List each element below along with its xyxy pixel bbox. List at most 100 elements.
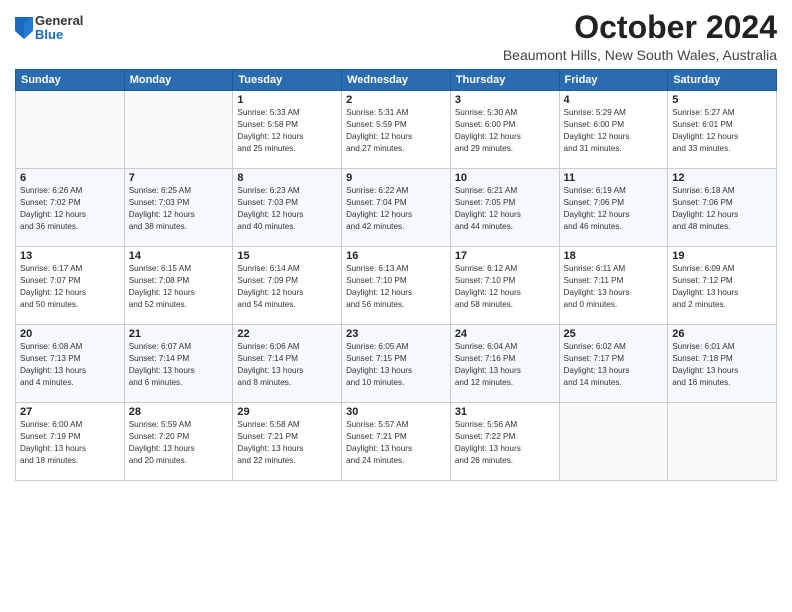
day-number: 5 xyxy=(672,94,772,106)
day-number: 1 xyxy=(237,94,337,106)
header-day: Sunday xyxy=(16,70,125,91)
day-info: Sunrise: 6:08 AM Sunset: 7:13 PM Dayligh… xyxy=(20,341,120,389)
calendar-day-cell: 30Sunrise: 5:57 AM Sunset: 7:21 PM Dayli… xyxy=(342,403,451,481)
header: General Blue October 2024 Beaumont Hills… xyxy=(15,10,777,63)
day-number: 4 xyxy=(564,94,664,106)
day-info: Sunrise: 6:09 AM Sunset: 7:12 PM Dayligh… xyxy=(672,263,772,311)
day-info: Sunrise: 6:23 AM Sunset: 7:03 PM Dayligh… xyxy=(237,185,337,233)
header-day: Monday xyxy=(124,70,233,91)
logo-text: General Blue xyxy=(35,14,83,43)
logo-general: General xyxy=(35,14,83,28)
day-info: Sunrise: 6:02 AM Sunset: 7:17 PM Dayligh… xyxy=(564,341,664,389)
day-number: 18 xyxy=(564,250,664,262)
calendar-week-row: 6Sunrise: 6:26 AM Sunset: 7:02 PM Daylig… xyxy=(16,169,777,247)
day-number: 20 xyxy=(20,328,120,340)
day-info: Sunrise: 6:11 AM Sunset: 7:11 PM Dayligh… xyxy=(564,263,664,311)
day-number: 19 xyxy=(672,250,772,262)
calendar-day-cell: 26Sunrise: 6:01 AM Sunset: 7:18 PM Dayli… xyxy=(668,325,777,403)
calendar-day-cell: 21Sunrise: 6:07 AM Sunset: 7:14 PM Dayli… xyxy=(124,325,233,403)
calendar-day-cell: 2Sunrise: 5:31 AM Sunset: 5:59 PM Daylig… xyxy=(342,91,451,169)
day-number: 12 xyxy=(672,172,772,184)
day-info: Sunrise: 6:21 AM Sunset: 7:05 PM Dayligh… xyxy=(455,185,555,233)
day-info: Sunrise: 6:26 AM Sunset: 7:02 PM Dayligh… xyxy=(20,185,120,233)
title-block: October 2024 Beaumont Hills, New South W… xyxy=(503,10,777,63)
day-number: 21 xyxy=(129,328,229,340)
calendar-day-cell: 20Sunrise: 6:08 AM Sunset: 7:13 PM Dayli… xyxy=(16,325,125,403)
day-info: Sunrise: 6:01 AM Sunset: 7:18 PM Dayligh… xyxy=(672,341,772,389)
day-info: Sunrise: 6:22 AM Sunset: 7:04 PM Dayligh… xyxy=(346,185,446,233)
day-info: Sunrise: 6:07 AM Sunset: 7:14 PM Dayligh… xyxy=(129,341,229,389)
day-info: Sunrise: 6:04 AM Sunset: 7:16 PM Dayligh… xyxy=(455,341,555,389)
day-number: 2 xyxy=(346,94,446,106)
header-day: Wednesday xyxy=(342,70,451,91)
day-info: Sunrise: 5:27 AM Sunset: 6:01 PM Dayligh… xyxy=(672,107,772,155)
calendar-day-cell xyxy=(124,91,233,169)
calendar-day-cell: 17Sunrise: 6:12 AM Sunset: 7:10 PM Dayli… xyxy=(450,247,559,325)
calendar-body: 1Sunrise: 5:33 AM Sunset: 5:58 PM Daylig… xyxy=(16,91,777,481)
calendar-day-cell xyxy=(16,91,125,169)
day-number: 25 xyxy=(564,328,664,340)
day-number: 16 xyxy=(346,250,446,262)
day-number: 10 xyxy=(455,172,555,184)
day-number: 11 xyxy=(564,172,664,184)
day-info: Sunrise: 6:06 AM Sunset: 7:14 PM Dayligh… xyxy=(237,341,337,389)
day-number: 6 xyxy=(20,172,120,184)
logo: General Blue xyxy=(15,14,83,43)
day-number: 23 xyxy=(346,328,446,340)
calendar-header: SundayMondayTuesdayWednesdayThursdayFrid… xyxy=(16,70,777,91)
calendar-day-cell: 4Sunrise: 5:29 AM Sunset: 6:00 PM Daylig… xyxy=(559,91,668,169)
calendar-week-row: 27Sunrise: 6:00 AM Sunset: 7:19 PM Dayli… xyxy=(16,403,777,481)
calendar-day-cell: 27Sunrise: 6:00 AM Sunset: 7:19 PM Dayli… xyxy=(16,403,125,481)
header-day: Thursday xyxy=(450,70,559,91)
day-number: 26 xyxy=(672,328,772,340)
calendar-week-row: 1Sunrise: 5:33 AM Sunset: 5:58 PM Daylig… xyxy=(16,91,777,169)
day-info: Sunrise: 6:13 AM Sunset: 7:10 PM Dayligh… xyxy=(346,263,446,311)
calendar-table: SundayMondayTuesdayWednesdayThursdayFrid… xyxy=(15,69,777,481)
calendar-day-cell xyxy=(668,403,777,481)
calendar-page: General Blue October 2024 Beaumont Hills… xyxy=(0,0,792,612)
calendar-day-cell: 5Sunrise: 5:27 AM Sunset: 6:01 PM Daylig… xyxy=(668,91,777,169)
calendar-day-cell: 6Sunrise: 6:26 AM Sunset: 7:02 PM Daylig… xyxy=(16,169,125,247)
day-info: Sunrise: 5:59 AM Sunset: 7:20 PM Dayligh… xyxy=(129,419,229,467)
day-info: Sunrise: 5:29 AM Sunset: 6:00 PM Dayligh… xyxy=(564,107,664,155)
calendar-week-row: 13Sunrise: 6:17 AM Sunset: 7:07 PM Dayli… xyxy=(16,247,777,325)
calendar-day-cell: 10Sunrise: 6:21 AM Sunset: 7:05 PM Dayli… xyxy=(450,169,559,247)
day-info: Sunrise: 6:18 AM Sunset: 7:06 PM Dayligh… xyxy=(672,185,772,233)
header-row: SundayMondayTuesdayWednesdayThursdayFrid… xyxy=(16,70,777,91)
calendar-day-cell: 31Sunrise: 5:56 AM Sunset: 7:22 PM Dayli… xyxy=(450,403,559,481)
calendar-day-cell: 22Sunrise: 6:06 AM Sunset: 7:14 PM Dayli… xyxy=(233,325,342,403)
header-day: Saturday xyxy=(668,70,777,91)
header-day: Friday xyxy=(559,70,668,91)
calendar-day-cell: 14Sunrise: 6:15 AM Sunset: 7:08 PM Dayli… xyxy=(124,247,233,325)
logo-icon xyxy=(15,17,33,39)
day-number: 28 xyxy=(129,406,229,418)
month-title: October 2024 xyxy=(503,10,777,45)
calendar-day-cell: 24Sunrise: 6:04 AM Sunset: 7:16 PM Dayli… xyxy=(450,325,559,403)
day-number: 15 xyxy=(237,250,337,262)
calendar-day-cell: 15Sunrise: 6:14 AM Sunset: 7:09 PM Dayli… xyxy=(233,247,342,325)
calendar-week-row: 20Sunrise: 6:08 AM Sunset: 7:13 PM Dayli… xyxy=(16,325,777,403)
day-number: 14 xyxy=(129,250,229,262)
day-info: Sunrise: 5:58 AM Sunset: 7:21 PM Dayligh… xyxy=(237,419,337,467)
logo-blue: Blue xyxy=(35,28,83,42)
day-info: Sunrise: 6:19 AM Sunset: 7:06 PM Dayligh… xyxy=(564,185,664,233)
day-number: 3 xyxy=(455,94,555,106)
calendar-day-cell: 13Sunrise: 6:17 AM Sunset: 7:07 PM Dayli… xyxy=(16,247,125,325)
calendar-day-cell: 8Sunrise: 6:23 AM Sunset: 7:03 PM Daylig… xyxy=(233,169,342,247)
day-info: Sunrise: 6:14 AM Sunset: 7:09 PM Dayligh… xyxy=(237,263,337,311)
calendar-day-cell xyxy=(559,403,668,481)
calendar-day-cell: 3Sunrise: 5:30 AM Sunset: 6:00 PM Daylig… xyxy=(450,91,559,169)
day-number: 30 xyxy=(346,406,446,418)
day-info: Sunrise: 5:33 AM Sunset: 5:58 PM Dayligh… xyxy=(237,107,337,155)
calendar-day-cell: 23Sunrise: 6:05 AM Sunset: 7:15 PM Dayli… xyxy=(342,325,451,403)
day-number: 17 xyxy=(455,250,555,262)
day-number: 7 xyxy=(129,172,229,184)
day-info: Sunrise: 6:00 AM Sunset: 7:19 PM Dayligh… xyxy=(20,419,120,467)
day-info: Sunrise: 6:05 AM Sunset: 7:15 PM Dayligh… xyxy=(346,341,446,389)
day-number: 13 xyxy=(20,250,120,262)
calendar-day-cell: 11Sunrise: 6:19 AM Sunset: 7:06 PM Dayli… xyxy=(559,169,668,247)
day-number: 31 xyxy=(455,406,555,418)
location-subtitle: Beaumont Hills, New South Wales, Austral… xyxy=(503,47,777,63)
calendar-day-cell: 29Sunrise: 5:58 AM Sunset: 7:21 PM Dayli… xyxy=(233,403,342,481)
day-info: Sunrise: 5:56 AM Sunset: 7:22 PM Dayligh… xyxy=(455,419,555,467)
